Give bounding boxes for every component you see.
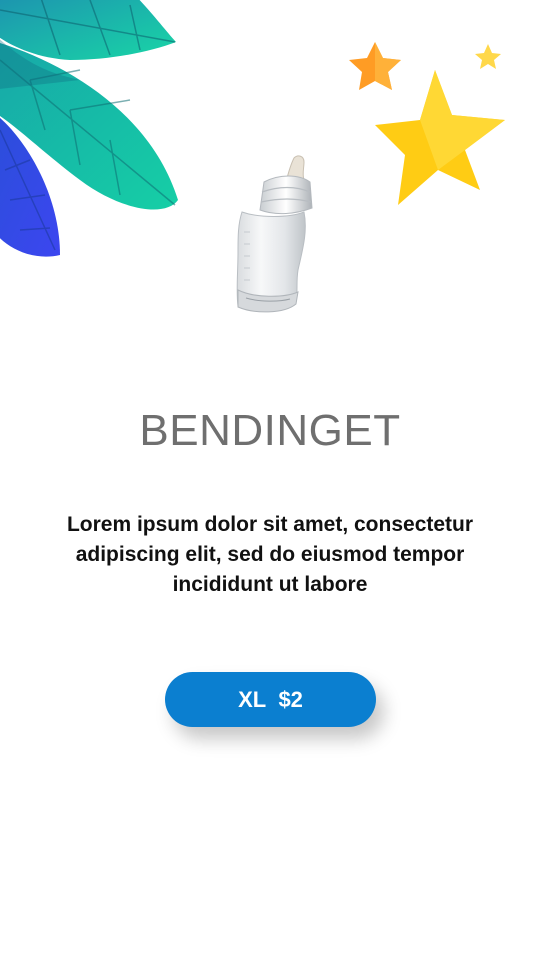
- product-description: Lorem ipsum dolor sit amet, consectetur …: [66, 513, 474, 596]
- baby-bottle-image: [236, 155, 313, 313]
- stars-decoration-icon: [349, 42, 505, 205]
- product-title: BENDINGET: [139, 406, 401, 455]
- size-price-button[interactable]: XL $2: [165, 672, 376, 727]
- price-label: $2: [278, 686, 303, 712]
- product-screen: BENDINGET Lorem ipsum dolor sit amet, co…: [0, 0, 540, 960]
- leaves-decoration-icon: [0, 0, 178, 257]
- size-label: XL: [238, 686, 267, 712]
